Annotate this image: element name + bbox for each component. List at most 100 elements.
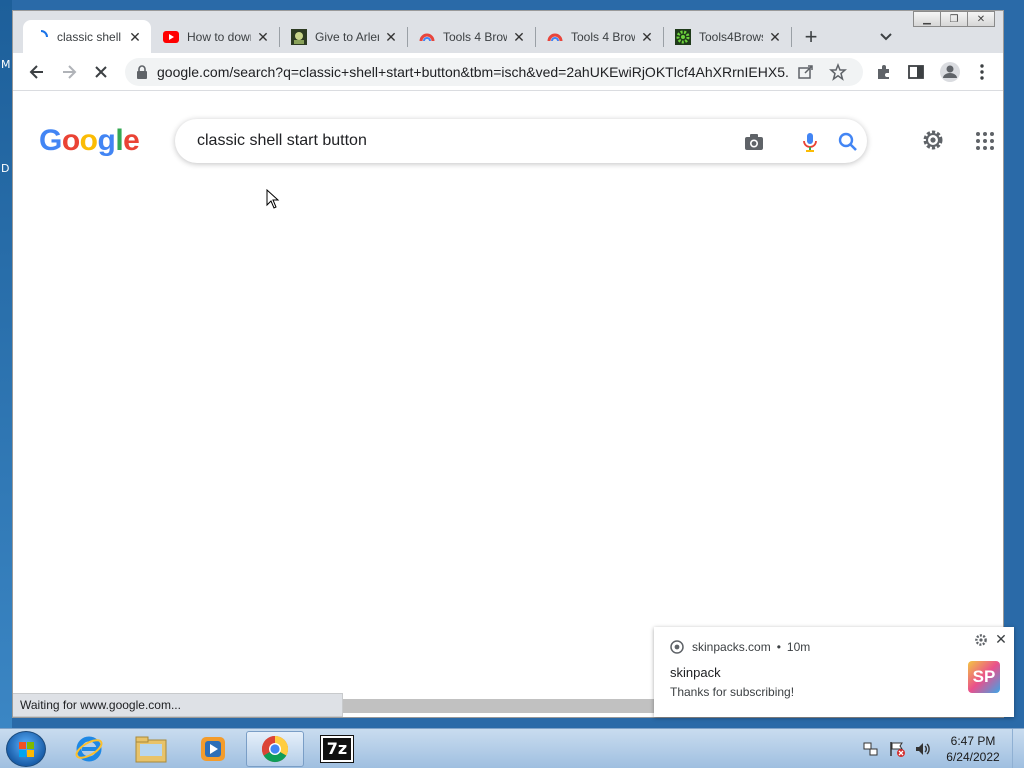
- apps-grid-icon[interactable]: [975, 131, 995, 151]
- tab-tools-4-browsers-2[interactable]: Tools 4 Browsers ✕: [537, 20, 663, 53]
- tab-classic-shell[interactable]: classic shell start button ✕: [23, 20, 151, 53]
- arrow-right-icon: [63, 65, 77, 79]
- tab-give-to-arlene[interactable]: Give to Arlene ✕: [281, 20, 407, 53]
- loading-spinner-icon: [33, 29, 49, 45]
- clock-time: 6:47 PM: [950, 734, 996, 748]
- action-center-flag-icon[interactable]: [888, 740, 906, 758]
- skinpack-logo-icon: SP: [968, 661, 1000, 693]
- desktop-icon-label-fragment: D: [1, 162, 10, 175]
- close-icon[interactable]: ✕: [994, 632, 1008, 646]
- media-player-icon[interactable]: [184, 731, 242, 767]
- forward-button[interactable]: [57, 60, 81, 84]
- system-clock[interactable]: 6:47 PM 6/24/2022: [936, 733, 1010, 765]
- start-button[interactable]: [6, 731, 46, 767]
- url-text[interactable]: google.com/search?q=classic+shell+start+…: [157, 64, 789, 80]
- 7zip-label: 7z: [320, 735, 354, 763]
- notification-domain: skinpacks.com: [692, 640, 771, 654]
- browser-toolbar: google.com/search?q=classic+shell+start+…: [13, 53, 1003, 91]
- profile-avatar-icon[interactable]: [939, 61, 961, 83]
- mouse-cursor-icon: [266, 189, 280, 209]
- close-icon[interactable]: ✕: [639, 29, 655, 45]
- horizontal-scrollbar[interactable]: [343, 699, 663, 713]
- arrow-left-icon: [29, 65, 43, 79]
- close-icon[interactable]: ✕: [255, 29, 271, 45]
- youtube-icon: [163, 29, 179, 45]
- tab-strip: classic shell start button ✕ How to down…: [13, 11, 1003, 53]
- tab-tools4browsers[interactable]: Tools4Browsers ✕: [665, 20, 791, 53]
- bookmark-star-icon[interactable]: [829, 63, 847, 81]
- gear-green-icon: [675, 28, 691, 45]
- chrome-icon[interactable]: [246, 731, 304, 767]
- site-image-icon: [291, 28, 307, 45]
- chrome-small-icon: [670, 640, 684, 654]
- kebab-menu-icon[interactable]: [973, 63, 991, 81]
- restore-button[interactable]: ❐: [940, 11, 968, 27]
- stop-x-icon: [95, 66, 107, 78]
- tools4browsers-icon: [419, 29, 435, 45]
- notification-source: skinpacks.com • 10m: [670, 640, 810, 654]
- logo-letter: o: [61, 124, 80, 157]
- page-content: Google classic shell start button: [13, 91, 1003, 717]
- window-controls: ▁ ❐ ✕: [913, 11, 995, 27]
- tab-title: How to download: [187, 29, 251, 44]
- desktop-icon-label-fragment: M: [1, 58, 11, 71]
- desktop-background: [0, 0, 12, 728]
- clock-date: 6/24/2022: [946, 750, 1000, 764]
- status-bar: Waiting for www.google.com...: [13, 693, 343, 717]
- notification-body: Thanks for subscribing!: [670, 685, 795, 699]
- 7zip-icon[interactable]: 7z: [308, 731, 366, 767]
- tab-separator: [663, 27, 664, 47]
- back-button[interactable]: [25, 60, 49, 84]
- gear-icon[interactable]: [974, 633, 988, 647]
- close-window-button[interactable]: ✕: [967, 11, 995, 27]
- new-tab-button[interactable]: +: [799, 26, 823, 50]
- push-notification[interactable]: skinpacks.com • 10m ✕ skinpack Thanks fo…: [654, 627, 1014, 717]
- close-icon[interactable]: ✕: [511, 29, 527, 45]
- google-logo[interactable]: Google: [39, 124, 140, 158]
- extensions-puzzle-icon[interactable]: [875, 63, 893, 81]
- microphone-icon[interactable]: [799, 131, 821, 153]
- camera-icon[interactable]: [743, 131, 765, 153]
- minimize-button[interactable]: ▁: [913, 11, 941, 27]
- close-icon[interactable]: ✕: [767, 29, 783, 45]
- search-icon[interactable]: [837, 131, 859, 153]
- logo-letter: l: [115, 124, 124, 157]
- taskbar: 7z 6:47 PM 6/24/2022: [0, 728, 1024, 768]
- notification-title: skinpack: [670, 665, 721, 680]
- tab-separator: [407, 27, 408, 47]
- network-icon[interactable]: [862, 740, 880, 758]
- search-input[interactable]: classic shell start button: [175, 119, 867, 163]
- gear-icon[interactable]: [921, 128, 945, 152]
- volume-icon[interactable]: [914, 740, 932, 758]
- tools4browsers-icon: [547, 29, 563, 45]
- notification-age: 10m: [786, 640, 811, 654]
- tab-how-to-download[interactable]: How to download ✕: [153, 20, 279, 53]
- logo-letter: e: [123, 124, 140, 157]
- address-bar[interactable]: google.com/search?q=classic+shell+start+…: [125, 58, 863, 86]
- internet-explorer-icon[interactable]: [60, 731, 118, 767]
- tab-separator: [791, 27, 792, 47]
- share-icon[interactable]: [797, 63, 815, 81]
- lock-icon: [137, 65, 147, 79]
- chevron-down-icon[interactable]: [877, 27, 895, 45]
- close-icon[interactable]: ✕: [127, 29, 143, 45]
- system-tray: [862, 729, 940, 768]
- file-explorer-icon[interactable]: [122, 731, 180, 767]
- tab-title: Give to Arlene: [315, 29, 379, 44]
- search-query-text[interactable]: classic shell start button: [197, 132, 367, 150]
- tab-title: Tools 4 Browsers: [443, 29, 507, 44]
- windows-logo-icon: [19, 742, 34, 757]
- logo-letter: G: [39, 124, 62, 157]
- logo-letter: o: [79, 124, 98, 157]
- browser-window: classic shell start button ✕ How to down…: [12, 10, 1004, 718]
- close-icon[interactable]: ✕: [383, 29, 399, 45]
- tab-title: classic shell start button: [57, 29, 123, 44]
- tab-separator: [279, 27, 280, 47]
- stop-loading-button[interactable]: [89, 60, 113, 84]
- tab-title: Tools4Browsers: [699, 29, 763, 44]
- side-panel-icon[interactable]: [907, 63, 925, 81]
- show-desktop-button[interactable]: [1012, 729, 1024, 768]
- tab-tools-4-browsers[interactable]: Tools 4 Browsers ✕: [409, 20, 535, 53]
- separator-dot: •: [776, 640, 781, 654]
- logo-letter: g: [97, 124, 116, 157]
